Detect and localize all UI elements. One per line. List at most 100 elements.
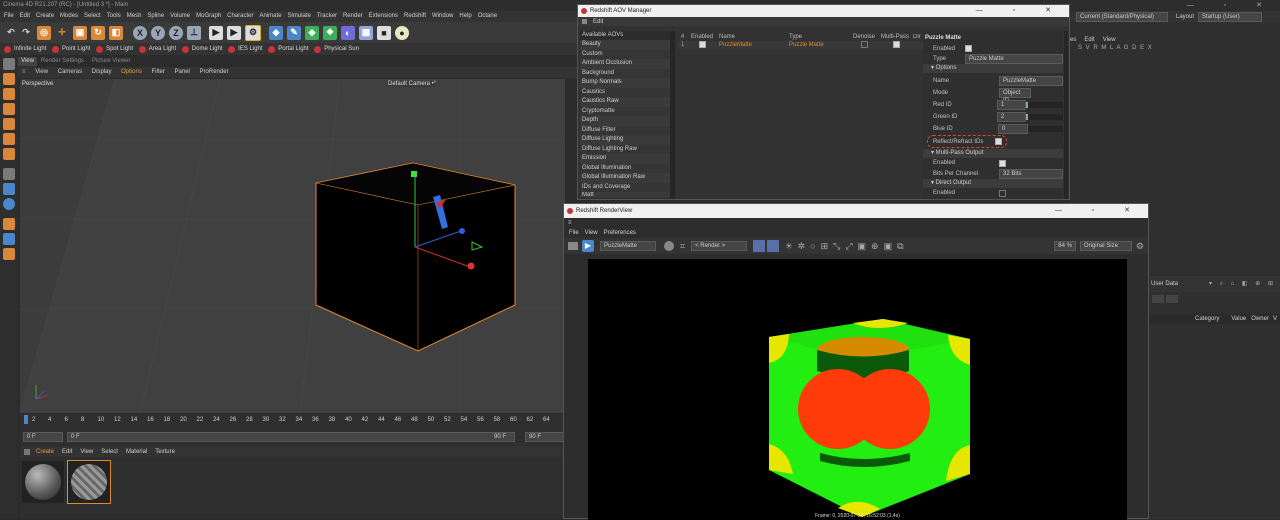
viewport-menu-cameras[interactable]: Cameras	[58, 69, 82, 75]
main-window-controls[interactable]: — ▫ ✕	[1187, 0, 1276, 11]
aov-list-item[interactable]: Global Illumination Raw	[580, 173, 670, 183]
timeline-ruler[interactable]: 2 4 6 8 10 12 14 16 18 20 22 24 26 28 30…	[20, 414, 565, 425]
props-mode-select[interactable]: Object ID	[999, 88, 1031, 104]
props-reflect-checkbox[interactable]	[995, 138, 1002, 145]
aov-list-item[interactable]: Bump Normals	[580, 78, 670, 88]
cube-object-icon[interactable]: ◆	[269, 25, 283, 40]
mat-menu-edit[interactable]: Edit	[62, 449, 72, 455]
point-light-button[interactable]: Point Light	[52, 43, 90, 55]
menu-mesh[interactable]: Mesh	[127, 13, 142, 19]
tab-picture-viewer[interactable]: Picture Viewer	[88, 57, 135, 66]
edges-mode-icon[interactable]	[3, 133, 15, 145]
grid-icon[interactable]	[3, 233, 15, 245]
mat-menu-select[interactable]: Select	[101, 449, 118, 455]
infinite-light-button[interactable]: Infinite Light	[4, 43, 46, 55]
tab-view[interactable]: View	[18, 57, 37, 66]
lock-workplane-icon[interactable]	[3, 218, 15, 230]
rv-hamburger-icon[interactable]: ≡	[564, 218, 1148, 228]
om-menu-view[interactable]: View	[1103, 37, 1116, 43]
layout-select[interactable]: Startup (User)	[1198, 11, 1263, 22]
menu-volume[interactable]: Volume	[170, 13, 190, 19]
rv-title-bar[interactable]: Redshift RenderView — ▫ ✕	[564, 204, 1148, 218]
props-green-input[interactable]: 2	[996, 112, 1027, 122]
nav-forward-icon[interactable]	[1166, 295, 1178, 303]
props-bits-select[interactable]: 32 Bits	[999, 168, 1063, 179]
aov-list-item[interactable]: Custom	[580, 49, 670, 59]
z-axis-icon[interactable]: Z	[169, 25, 183, 40]
aov-list-item[interactable]: Ambient Occlusion	[580, 59, 670, 69]
aov-table-row[interactable]: 1 PuzzleMatte Puzzle Matte	[678, 40, 924, 50]
rv-tool-icons[interactable]: ✳✲○⊞⤡⤢▣⊕▣⧉	[785, 241, 908, 252]
timeline-playhead[interactable]	[24, 415, 28, 424]
aov-list-item[interactable]: Emission	[580, 154, 670, 164]
aov-menu-icon[interactable]	[582, 19, 587, 24]
aov-props-scrollbar[interactable]	[1064, 31, 1068, 199]
options-section-header[interactable]: ▾ Options	[923, 64, 1063, 73]
rv-clapper-icon[interactable]	[568, 242, 578, 250]
rv-bucket-icon[interactable]	[767, 240, 780, 252]
pen-tool-icon[interactable]: ✎	[287, 25, 301, 40]
tweak-mode-icon[interactable]	[3, 183, 15, 195]
texture-mode-icon[interactable]	[3, 88, 15, 100]
props-name-input[interactable]: PuzzleMatte	[999, 76, 1063, 86]
material-menu-icon[interactable]	[24, 448, 30, 455]
aov-list-item[interactable]: Depth	[580, 116, 670, 126]
material-thumbnail[interactable]	[22, 461, 64, 503]
scale-tool-icon[interactable]: ▣	[73, 25, 87, 40]
viewport-menu-view[interactable]: View	[35, 69, 48, 75]
workplane-icon[interactable]	[3, 103, 15, 115]
model-mode-icon[interactable]	[3, 73, 15, 85]
props-type-value[interactable]: Puzzle Matte	[965, 53, 1063, 64]
rv-crop-icon[interactable]: ⌗	[680, 241, 685, 252]
render-view-icon[interactable]: ▶	[209, 25, 223, 40]
viewport-menu-prorender[interactable]: ProRender	[200, 69, 229, 75]
rv-size-select[interactable]: Original Size	[1079, 241, 1132, 251]
aov-list-scrollbar[interactable]	[670, 31, 675, 199]
aov-list-item[interactable]: Background	[580, 68, 670, 78]
menu-octane[interactable]: Octane	[478, 13, 497, 19]
render-picture-viewer-icon[interactable]: ▶	[227, 25, 241, 40]
menu-tracker[interactable]: Tracker	[317, 13, 337, 19]
row-enabled-checkbox[interactable]	[699, 40, 719, 50]
menu-select[interactable]: Select	[84, 13, 101, 19]
points-mode-icon[interactable]	[3, 118, 15, 130]
frame-start-field[interactable]: 0 F	[23, 432, 63, 442]
props-enabled-checkbox[interactable]	[965, 45, 972, 52]
aov-menu-edit[interactable]: Edit	[593, 19, 603, 25]
rv-zoom-field[interactable]: 84 %	[1054, 241, 1076, 251]
menu-help[interactable]: Help	[459, 13, 471, 19]
viewport-menu-display[interactable]: Display	[92, 69, 112, 75]
menu-modes[interactable]: Modes	[60, 13, 78, 19]
camera-icon[interactable]: ■	[377, 25, 391, 40]
viewport-menu-icon[interactable]: ≡	[22, 69, 26, 75]
props-mp-enabled-checkbox[interactable]	[999, 159, 1006, 167]
aov-title-bar[interactable]: Redshift AOV Manager — ▫ ✕	[578, 5, 1069, 17]
menu-edit[interactable]: Edit	[20, 13, 30, 19]
attribute-tools-icons[interactable]: ▾ ⌕ ⌂ ◧ ⊕ ⊞	[1209, 280, 1276, 288]
rv-menu-preferences[interactable]: Preferences	[604, 228, 636, 238]
menu-window[interactable]: Window	[432, 13, 453, 19]
snap-icon[interactable]	[3, 198, 15, 210]
floor-icon[interactable]: ▦	[359, 25, 373, 40]
menu-character[interactable]: Character	[227, 13, 253, 19]
aov-list-item[interactable]: Caustics Raw	[580, 97, 670, 107]
om-menu-edit[interactable]: Edit	[1084, 37, 1094, 43]
rotate-tool-icon[interactable]: ↻	[91, 25, 105, 40]
viewport-menu-filter[interactable]: Filter	[152, 69, 165, 75]
rv-render-select[interactable]: < Render >	[691, 241, 748, 251]
tab-render-settings[interactable]: Render Settings	[37, 57, 88, 66]
physical-sun-button[interactable]: Physical Sun	[314, 43, 359, 55]
menu-file[interactable]: File	[4, 13, 14, 19]
direct-output-section-header[interactable]: ▾ Direct Output	[923, 179, 1063, 188]
props-blue-input[interactable]: 0	[997, 124, 1028, 134]
rv-start-render-icon[interactable]: ▶	[582, 240, 594, 252]
aov-window-controls[interactable]: — ▫ ✕	[976, 5, 1065, 17]
props-blue-slider[interactable]	[1027, 126, 1063, 132]
render-setting-select[interactable]: Current (Standard/Physical)	[1076, 11, 1168, 22]
recent-tool-icon[interactable]: ◧	[109, 25, 123, 40]
rv-aov-select[interactable]: PuzzleMatte	[600, 241, 656, 251]
subdivision-icon[interactable]: ◈	[305, 25, 319, 40]
octane-icon[interactable]	[3, 248, 15, 260]
material-thumbnail-selected[interactable]	[67, 460, 111, 504]
render-settings-icon[interactable]: ⚙	[245, 24, 261, 41]
